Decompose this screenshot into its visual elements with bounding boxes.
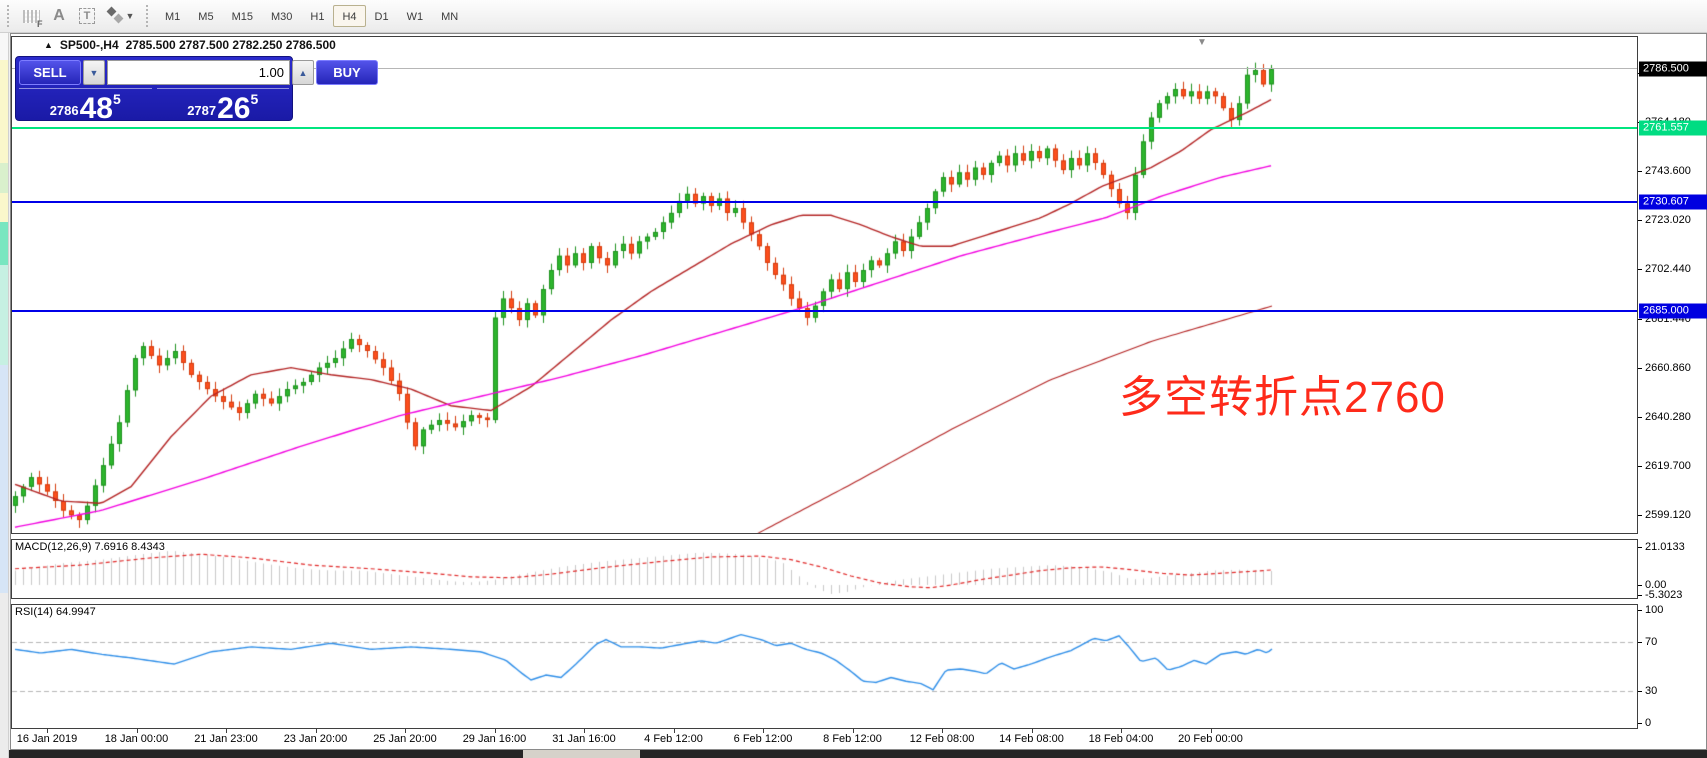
volume-input[interactable] bbox=[107, 60, 290, 85]
buy-price-prefix: 2787 bbox=[187, 103, 216, 118]
text-a-icon[interactable]: A bbox=[45, 4, 73, 28]
one-click-trade-panel: SELL ▼ ▲ BUY 2786 48 5 2787 26 5 bbox=[15, 56, 293, 121]
price-axis-label: 2743.600 bbox=[1645, 165, 1691, 177]
price-axis-tick bbox=[1638, 319, 1642, 320]
macd-axis-tick bbox=[1638, 547, 1642, 548]
chart-shift-marker[interactable]: ▼ bbox=[1197, 37, 1207, 48]
macd-axis-label: -5.3023 bbox=[1645, 589, 1682, 601]
left-edge-strip bbox=[0, 33, 9, 758]
time-axis-label: 23 Jan 20:00 bbox=[284, 733, 348, 745]
price-axis-label: 2640.280 bbox=[1645, 411, 1691, 423]
h-scrollbar-track[interactable] bbox=[9, 750, 1707, 758]
sell-price-big: 48 bbox=[80, 97, 113, 122]
time-axis-label: 18 Feb 04:00 bbox=[1089, 733, 1154, 745]
price-axis-tick bbox=[1638, 269, 1642, 270]
volume-increase-button[interactable]: ▲ bbox=[292, 60, 314, 85]
rsi-axis-label: 100 bbox=[1645, 604, 1663, 616]
timeframe-button-M5[interactable]: M5 bbox=[189, 5, 222, 27]
time-axis-label: 14 Feb 08:00 bbox=[999, 733, 1064, 745]
time-axis-label: 12 Feb 08:00 bbox=[910, 733, 975, 745]
symbol-period-label: SP500-,H4 bbox=[60, 38, 119, 52]
toolbar-grip[interactable] bbox=[146, 5, 151, 27]
ohlc-values: 2785.500 2787.500 2782.250 2786.500 bbox=[126, 38, 336, 52]
price-axis-label: 2599.120 bbox=[1645, 509, 1691, 521]
timeframe-button-H1[interactable]: H1 bbox=[301, 5, 333, 27]
time-axis-label: 31 Jan 16:00 bbox=[552, 733, 616, 745]
time-axis-label: 29 Jan 16:00 bbox=[463, 733, 527, 745]
time-axis-label: 16 Jan 2019 bbox=[17, 733, 78, 745]
rsi-axis-label: 30 bbox=[1645, 685, 1657, 697]
time-axis-label: 8 Feb 12:00 bbox=[823, 733, 882, 745]
time-axis[interactable]: 16 Jan 2019 18 Jan 00:00 21 Jan 23:00 23 Ja… bbox=[11, 729, 1638, 749]
price-axis-label: 2660.860 bbox=[1645, 362, 1691, 374]
price-axis-tick bbox=[1638, 368, 1642, 369]
price-axis-label: 2702.440 bbox=[1645, 263, 1691, 275]
timeframe-button-H4[interactable]: H4 bbox=[333, 5, 365, 27]
price-axis-tick bbox=[1638, 171, 1642, 172]
sell-price-sup: 5 bbox=[113, 91, 121, 107]
annotation-text[interactable]: 多空转折点2760 bbox=[1119, 361, 1446, 425]
price-axis-tick bbox=[1638, 515, 1642, 516]
buy-price-big: 26 bbox=[217, 97, 250, 122]
time-axis-label: 6 Feb 12:00 bbox=[734, 733, 793, 745]
buy-price-display[interactable]: 2787 26 5 bbox=[157, 88, 290, 125]
blue-horizontal-line[interactable] bbox=[12, 201, 1637, 203]
macd-axis-tick bbox=[1638, 585, 1642, 586]
timeframe-button-D1[interactable]: D1 bbox=[366, 5, 398, 27]
time-axis-label: 25 Jan 20:00 bbox=[373, 733, 437, 745]
h-scrollbar-thumb[interactable] bbox=[523, 750, 640, 758]
sell-price-display[interactable]: 2786 48 5 bbox=[19, 88, 152, 125]
timeframe-button-W1[interactable]: W1 bbox=[398, 5, 433, 27]
sell-price-prefix: 2786 bbox=[50, 103, 79, 118]
timeframe-button-M30[interactable]: M30 bbox=[262, 5, 301, 27]
mt4-application: F A T ▼ M1M5M15M30H1H4D1W1MN ▲ SP500-,H4… bbox=[0, 0, 1707, 758]
blue-horizontal-line[interactable] bbox=[12, 310, 1637, 312]
price-axis-tick bbox=[1638, 417, 1642, 418]
rsi-axis-label: 70 bbox=[1645, 636, 1657, 648]
buy-price-sup: 5 bbox=[251, 91, 259, 107]
price-badge-green: 2761.557 bbox=[1639, 121, 1707, 136]
rsi-axis-tick bbox=[1638, 723, 1642, 724]
macd-axis-label: 21.0133 bbox=[1645, 541, 1685, 553]
timeframe-group: M1M5M15M30H1H4D1W1MN bbox=[156, 5, 467, 27]
chart-window: ▲ SP500-,H4 2785.500 2787.500 2782.250 2… bbox=[10, 33, 1707, 750]
panel-collapse-icon[interactable]: ▲ bbox=[44, 40, 53, 50]
toolbar-grip[interactable] bbox=[7, 5, 12, 27]
sell-button[interactable]: SELL bbox=[19, 60, 81, 85]
rsi-axis-tick bbox=[1638, 691, 1642, 692]
macd-axis-tick bbox=[1638, 595, 1642, 596]
price-axis-tick bbox=[1638, 220, 1642, 221]
price-badge-current: 2786.500 bbox=[1639, 61, 1707, 76]
volume-decrease-button[interactable]: ▼ bbox=[83, 60, 105, 85]
price-badge-blue: 2730.607 bbox=[1639, 194, 1707, 209]
timeframe-button-MN[interactable]: MN bbox=[432, 5, 467, 27]
grid-f-icon[interactable]: F bbox=[17, 4, 45, 28]
time-axis-label: 4 Feb 12:00 bbox=[644, 733, 703, 745]
rsi-axis-tick bbox=[1638, 642, 1642, 643]
green-horizontal-line[interactable] bbox=[12, 127, 1637, 129]
chevron-down-icon: ▼ bbox=[126, 11, 135, 21]
time-axis-label: 21 Jan 23:00 bbox=[194, 733, 258, 745]
toolbar: F A T ▼ M1M5M15M30H1H4D1W1MN bbox=[0, 0, 1707, 33]
price-axis-label: 2723.020 bbox=[1645, 214, 1691, 226]
price-axis-label: 2619.700 bbox=[1645, 460, 1691, 472]
rsi-label: RSI(14) 64.9947 bbox=[15, 606, 96, 618]
timeframe-button-M15[interactable]: M15 bbox=[223, 5, 262, 27]
time-axis-label: 20 Feb 00:00 bbox=[1178, 733, 1243, 745]
chart-title: ▲ SP500-,H4 2785.500 2787.500 2782.250 2… bbox=[44, 38, 336, 52]
macd-label: MACD(12,26,9) 7.6916 8.4343 bbox=[15, 541, 165, 553]
rsi-axis-tick bbox=[1638, 610, 1642, 611]
rsi-axis-label: 0 bbox=[1645, 717, 1651, 729]
label-t-icon[interactable]: T bbox=[73, 4, 101, 28]
timeframe-button-M1[interactable]: M1 bbox=[156, 5, 189, 27]
price-badge-blue: 2685.000 bbox=[1639, 303, 1707, 318]
objects-icon[interactable]: ▼ bbox=[101, 4, 141, 28]
price-axis-tick bbox=[1638, 466, 1642, 467]
buy-button[interactable]: BUY bbox=[316, 60, 378, 85]
time-axis-label: 18 Jan 00:00 bbox=[105, 733, 169, 745]
